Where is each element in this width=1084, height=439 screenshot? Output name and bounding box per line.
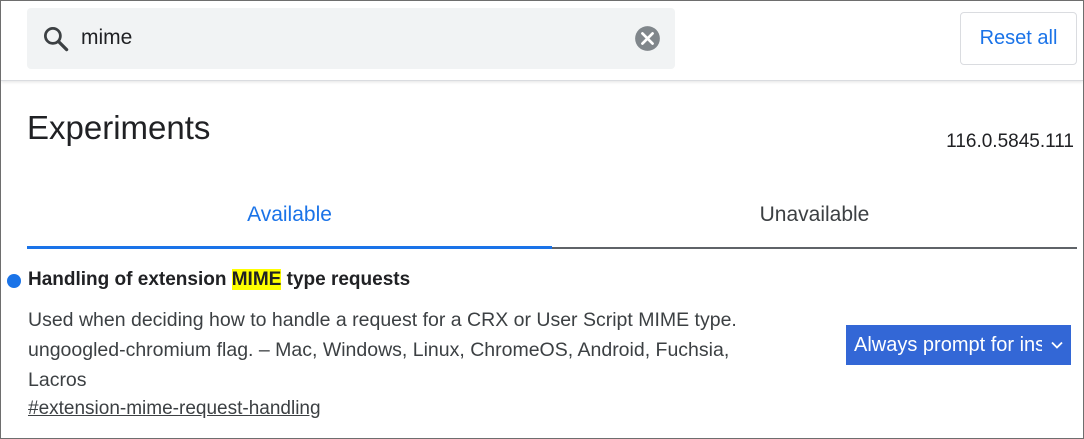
search-input[interactable] [81, 20, 621, 56]
search-icon [44, 27, 69, 52]
reset-all-button[interactable]: Reset all [960, 12, 1077, 65]
header: Reset all [1, 1, 1083, 81]
selected-option-text: Always prompt for install [854, 334, 1042, 356]
search-box[interactable] [27, 8, 675, 69]
page-title: Experiments [27, 109, 211, 146]
tab-unavailable[interactable]: Unavailable [552, 187, 1077, 247]
search-match-highlight: MIME [231, 269, 282, 290]
description-line: Lacros [28, 369, 87, 391]
experiment-title: Handling of extension MIME type requests [28, 269, 410, 291]
experiment-title-prefix: Handling of extension [28, 269, 232, 290]
version-label: 116.0.5845.111 [946, 131, 1074, 152]
description-line: ungoogled-chromium flag. – Mac, Windows,… [28, 339, 730, 361]
modified-indicator-icon [7, 274, 21, 288]
experiment-title-suffix: type requests [281, 269, 411, 290]
tab-bar: Available Unavailable [27, 187, 1077, 249]
experiment-permalink[interactable]: #extension-mime-request-handling [28, 398, 321, 420]
flags-page: Reset all Experiments 116.0.5845.111 Ava… [0, 0, 1084, 439]
tab-available[interactable]: Available [27, 187, 552, 249]
experiment-option-select[interactable]: Always prompt for install [846, 325, 1071, 365]
description-line: Used when deciding how to handle a reque… [28, 309, 737, 331]
chevron-down-icon [1051, 341, 1063, 349]
experiment-description: Used when deciding how to handle a reque… [28, 305, 818, 395]
clear-icon[interactable] [634, 25, 661, 52]
